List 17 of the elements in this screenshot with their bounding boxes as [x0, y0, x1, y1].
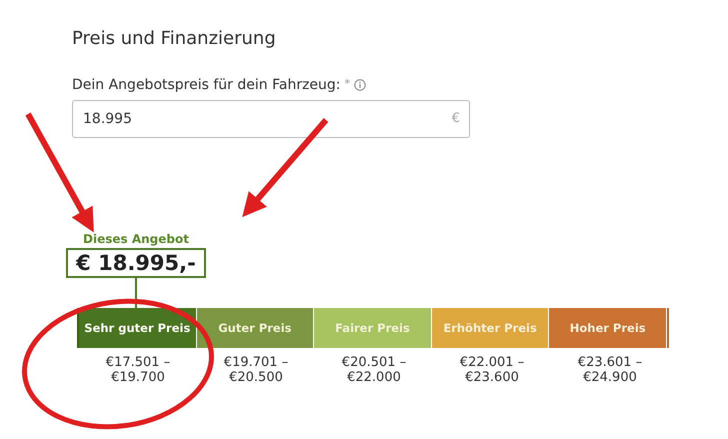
- price-category: Sehr guter Preis: [79, 308, 197, 348]
- required-mark: *: [344, 77, 350, 90]
- price-category: Erhöhter Preis: [432, 308, 550, 348]
- price-range: €19.701 – €20.500: [222, 354, 290, 385]
- currency-unit: €: [452, 111, 460, 126]
- price-category: Hoher Preis: [549, 308, 667, 348]
- price-range: €20.501 – €22.000: [340, 354, 408, 385]
- price-category: Guter Preis: [196, 308, 314, 348]
- price-range: €23.601 – €24.900: [576, 354, 644, 385]
- field-label: Dein Angebotspreis für dein Fahrzeug:: [72, 77, 341, 93]
- price-category: Fairer Preis: [314, 308, 432, 348]
- section-title: Preis und Finanzierung: [72, 28, 277, 49]
- offer-price: € 18.995,-: [66, 248, 206, 278]
- offer-caption: Dieses Angebot: [83, 232, 189, 246]
- price-range: €22.001 – €23.600: [458, 354, 526, 385]
- info-icon[interactable]: [354, 79, 366, 91]
- price-range: €17.501 – €19.700: [104, 354, 172, 385]
